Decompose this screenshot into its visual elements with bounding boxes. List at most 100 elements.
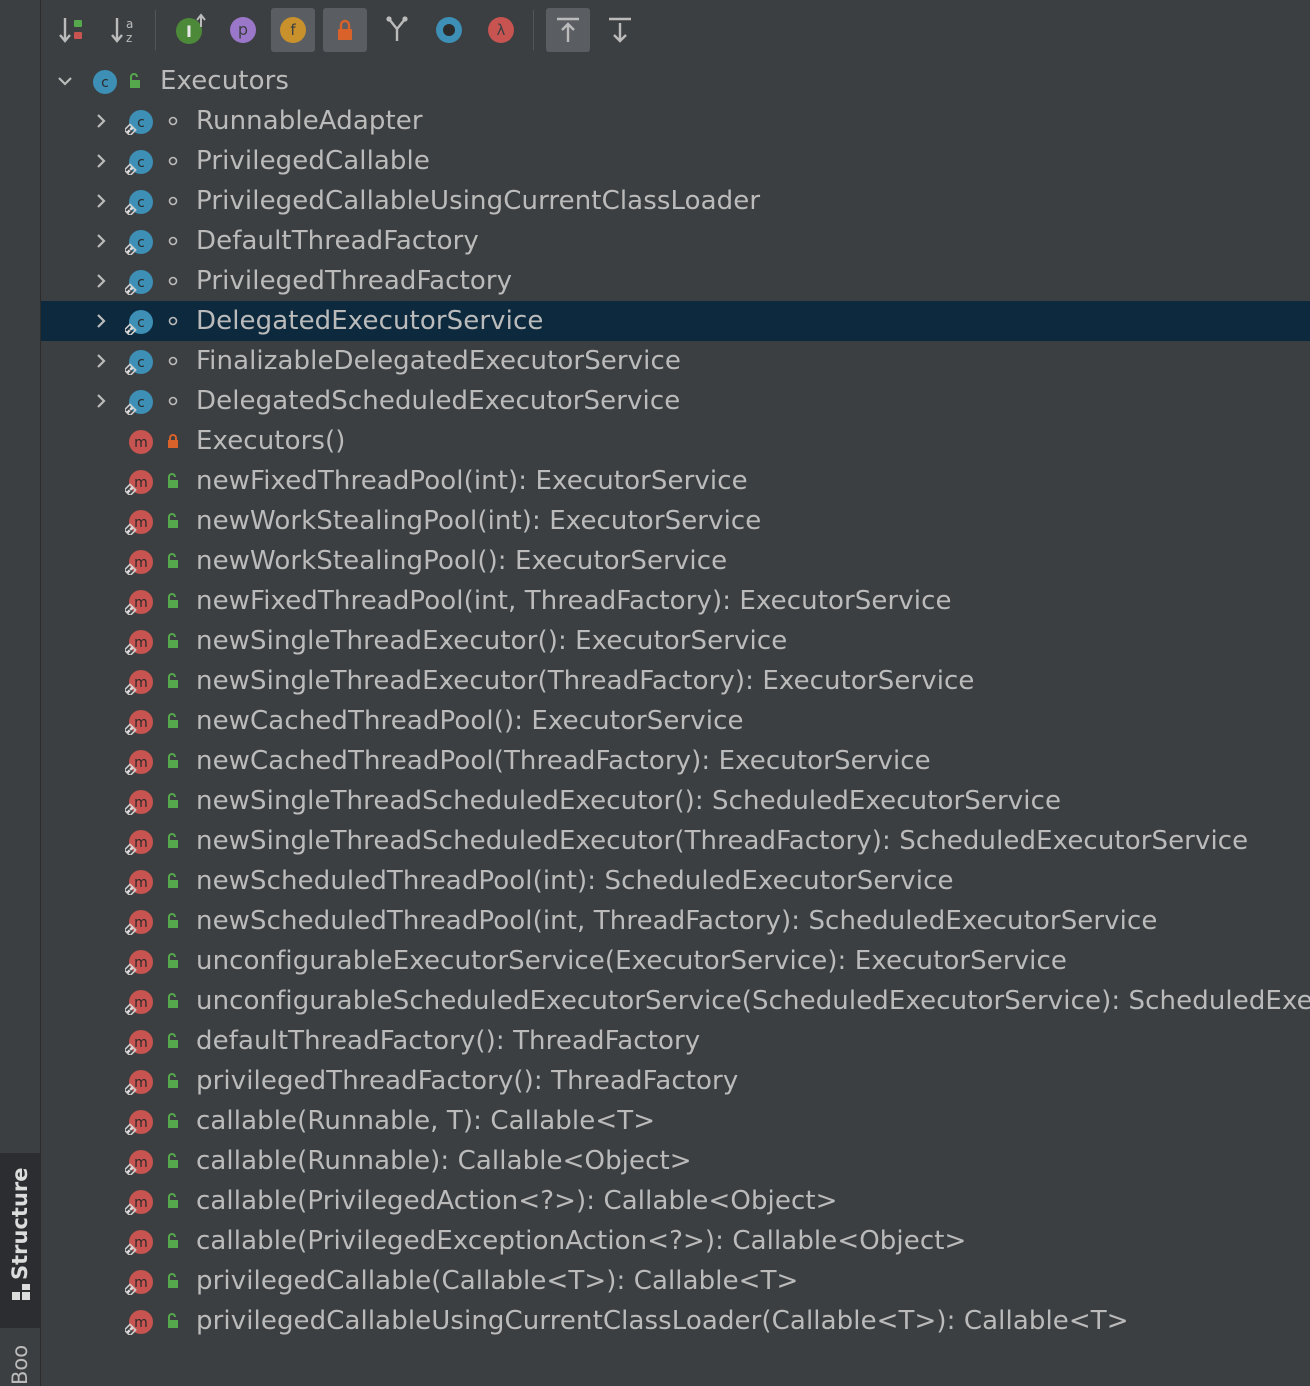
public-lock-icon xyxy=(168,1193,178,1208)
sort-alphabetically-button[interactable]: a z xyxy=(103,8,147,52)
tree-item[interactable]: m newFixedThreadPool(int): ExecutorServic… xyxy=(41,461,1310,501)
chevron-right-icon[interactable] xyxy=(91,351,111,371)
show-inherited-button[interactable]: I xyxy=(169,8,213,52)
chevron-right-icon[interactable] xyxy=(91,271,111,291)
tree-item[interactable]: c PrivilegedCallableUsingCurrentClassLoad… xyxy=(41,181,1310,221)
tree-item[interactable]: m privilegedCallable(Callable<T>): Callab… xyxy=(41,1261,1310,1301)
svg-text:m: m xyxy=(134,995,148,1011)
show-anonymous-button[interactable] xyxy=(427,8,471,52)
tree-item-label: newFixedThreadPool(int, ThreadFactory): … xyxy=(196,586,952,616)
tree-item[interactable]: m unconfigurableScheduledExecutorService(… xyxy=(41,981,1310,1021)
svg-text:m: m xyxy=(134,795,148,811)
sort-by-visibility-button[interactable] xyxy=(51,8,95,52)
method-icon: m xyxy=(125,630,153,655)
tree-children: c RunnableAdapter c PrivilegedCallable c Priv… xyxy=(41,101,1310,1341)
tree-item-label: DelegatedExecutorService xyxy=(196,306,544,336)
public-lock-icon xyxy=(168,513,178,528)
class-icon: c xyxy=(125,230,153,255)
autoscroll-to-source-button[interactable] xyxy=(546,8,590,52)
tree-root-label: Executors xyxy=(160,66,290,96)
chevron-down-icon[interactable] xyxy=(55,71,75,91)
tree-item-label: privilegedCallable(Callable<T>): Callabl… xyxy=(196,1266,799,1296)
show-lambdas-button[interactable]: λ xyxy=(479,8,523,52)
tree-item[interactable]: c PrivilegedThreadFactory xyxy=(41,261,1310,301)
tree-item-label: newScheduledThreadPool(int): ScheduledEx… xyxy=(196,866,954,896)
public-lock-icon xyxy=(168,1233,178,1248)
tree-item[interactable]: m newCachedThreadPool(ThreadFactory): Exe… xyxy=(41,741,1310,781)
chevron-right-icon[interactable] xyxy=(91,231,111,251)
tree-item[interactable]: m newSingleThreadScheduledExecutor(Thread… xyxy=(41,821,1310,861)
class-icon: c xyxy=(93,70,117,94)
tree-item[interactable]: m newScheduledThreadPool(int, ThreadFacto… xyxy=(41,901,1310,941)
tree-item-label: newSingleThreadScheduledExecutor(ThreadF… xyxy=(196,826,1249,856)
tree-item[interactable]: c RunnableAdapter xyxy=(41,101,1310,141)
group-button[interactable] xyxy=(375,8,419,52)
show-properties-button[interactable]: p xyxy=(221,8,265,52)
show-non-public-button[interactable] xyxy=(323,8,367,52)
tree-item[interactable]: m newScheduledThreadPool(int): ScheduledE… xyxy=(41,861,1310,901)
tree-item[interactable]: m newWorkStealingPool(): ExecutorService xyxy=(41,541,1310,581)
tree-item[interactable]: m privilegedCallableUsingCurrentClassLoad… xyxy=(41,1301,1310,1341)
tree-root[interactable]: c Executors xyxy=(41,61,1310,101)
show-fields-icon: f xyxy=(280,17,306,43)
tree-item[interactable]: c DefaultThreadFactory xyxy=(41,221,1310,261)
method-icon: m xyxy=(125,870,153,895)
svg-text:m: m xyxy=(134,915,148,931)
chevron-right-icon[interactable] xyxy=(91,191,111,211)
autoscroll-from-source-button[interactable] xyxy=(598,8,642,52)
svg-text:c: c xyxy=(137,275,145,291)
svg-text:m: m xyxy=(134,835,148,851)
show-non-public-icon xyxy=(338,19,352,40)
tree-item-label: unconfigurableExecutorService(ExecutorSe… xyxy=(196,946,1067,976)
tree-item[interactable]: m newCachedThreadPool(): ExecutorService xyxy=(41,701,1310,741)
public-lock-icon xyxy=(168,593,178,608)
tree-item-label: unconfigurableScheduledExecutorService(S… xyxy=(196,986,1310,1016)
tree-item[interactable]: c PrivilegedCallable xyxy=(41,141,1310,181)
chevron-right-icon[interactable] xyxy=(91,151,111,171)
method-icon: m xyxy=(125,1310,153,1335)
svg-text:m: m xyxy=(134,1275,148,1291)
tree-item[interactable]: m defaultThreadFactory(): ThreadFactory xyxy=(41,1021,1310,1061)
tree-item-label: privilegedThreadFactory(): ThreadFactory xyxy=(196,1066,739,1096)
tree-item[interactable]: m callable(Runnable): Callable<Object> xyxy=(41,1141,1310,1181)
tree-item[interactable]: m newSingleThreadScheduledExecutor(): Sch… xyxy=(41,781,1310,821)
tree-item[interactable]: m newSingleThreadExecutor(ThreadFactory):… xyxy=(41,661,1310,701)
chevron-right-icon[interactable] xyxy=(91,111,111,131)
show-fields-button[interactable]: f xyxy=(271,8,315,52)
public-lock-icon xyxy=(168,993,178,1008)
chevron-right-icon[interactable] xyxy=(91,311,111,331)
tree-item-label: newWorkStealingPool(int): ExecutorServic… xyxy=(196,506,762,536)
tree-item-label: newSingleThreadScheduledExecutor(): Sche… xyxy=(196,786,1062,816)
class-icon: c xyxy=(125,150,153,175)
svg-text:m: m xyxy=(134,715,148,731)
method-icon: m xyxy=(125,1070,153,1095)
structure-tab-label[interactable]: Structure xyxy=(7,1160,33,1280)
tree-item[interactable]: m privilegedThreadFactory(): ThreadFactor… xyxy=(41,1061,1310,1101)
tree-item[interactable]: c DelegatedScheduledExecutorService xyxy=(41,381,1310,421)
tree-item[interactable]: c DelegatedExecutorService xyxy=(41,301,1310,341)
tree-item[interactable]: m callable(PrivilegedAction<?>): Callable… xyxy=(41,1181,1310,1221)
tree-item-label: PrivilegedThreadFactory xyxy=(196,266,513,296)
structure-tree[interactable]: c Executors c RunnableAdapter c PrivilegedC… xyxy=(41,61,1310,1386)
tree-item[interactable]: m callable(PrivilegedExceptionAction<?>):… xyxy=(41,1221,1310,1261)
tree-item[interactable]: m unconfigurableExecutorService(ExecutorS… xyxy=(41,941,1310,981)
chevron-right-icon[interactable] xyxy=(91,391,111,411)
tree-item[interactable]: m callable(Runnable, T): Callable<T> xyxy=(41,1101,1310,1141)
method-icon: m xyxy=(125,710,153,735)
tree-item[interactable]: m Executors() xyxy=(41,421,1310,461)
tree-item-label: DelegatedScheduledExecutorService xyxy=(196,386,681,416)
public-lock-icon xyxy=(130,73,140,88)
svg-text:λ: λ xyxy=(497,21,506,39)
bookmarks-tab-label[interactable]: Bookmarks xyxy=(7,1345,33,1385)
autoscroll-to-source-icon xyxy=(557,17,579,42)
public-lock-icon xyxy=(168,553,178,568)
tree-item[interactable]: m newWorkStealingPool(int): ExecutorServi… xyxy=(41,501,1310,541)
tree-item[interactable]: c FinalizableDelegatedExecutorService xyxy=(41,341,1310,381)
svg-text:m: m xyxy=(134,1235,148,1251)
tree-item[interactable]: m newFixedThreadPool(int, ThreadFactory):… xyxy=(41,581,1310,621)
method-icon: m xyxy=(125,1110,153,1135)
autoscroll-from-source-icon xyxy=(609,17,631,43)
svg-text:c: c xyxy=(137,115,145,131)
method-icon: m xyxy=(125,990,153,1015)
tree-item[interactable]: m newSingleThreadExecutor(): ExecutorServ… xyxy=(41,621,1310,661)
